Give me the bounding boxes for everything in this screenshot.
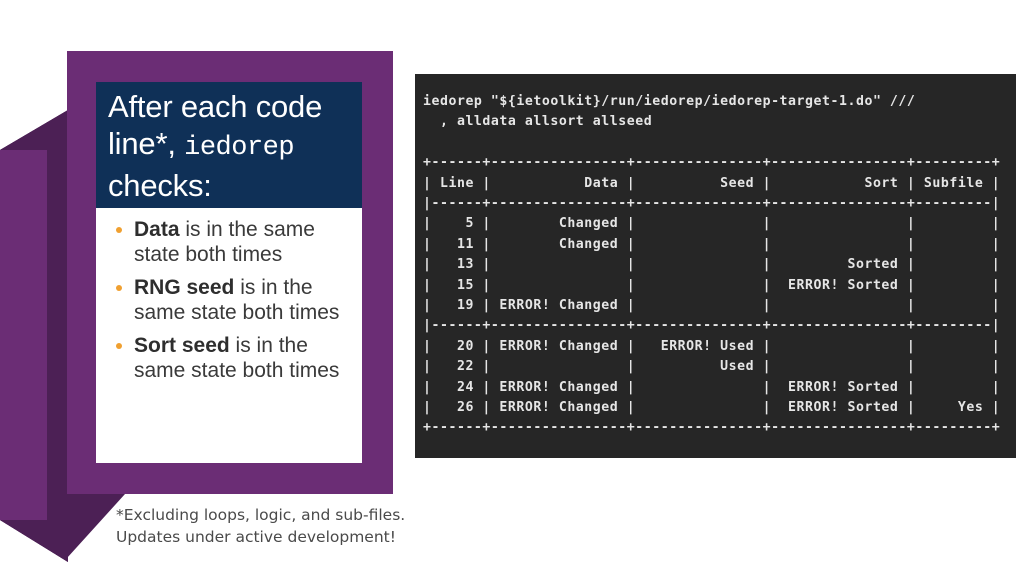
title-line-3: checks: [108, 168, 212, 203]
title-line-2: line*, [108, 126, 185, 161]
bullet-card: Data is in the same state both times RNG… [96, 208, 362, 463]
title-line-1: After each code [108, 89, 323, 124]
bullet-list: Data is in the same state both times RNG… [106, 218, 354, 383]
list-item: RNG seed is in the same state both times [106, 276, 354, 325]
bullet-dot-icon [116, 343, 122, 349]
list-item: Sort seed is in the same state both time… [106, 334, 354, 383]
terminal-window: iedorep "${ietoolkit}/run/iedorep/iedore… [415, 74, 1016, 458]
slide-canvas: After each code line*, iedorep checks: Dat… [0, 0, 1024, 576]
slide-title-box: After each code line*, iedorep checks: [96, 82, 362, 208]
footnote: *Excluding loops, logic, and sub-files. … [116, 504, 446, 548]
decor-purple-bevel-top [0, 110, 68, 150]
decor-purple-bevel-bottom [0, 520, 68, 562]
decor-purple-shadow-strip [47, 110, 68, 546]
bullet-bold-label: RNG seed [134, 276, 235, 299]
bullet-bold-label: Data [134, 218, 180, 241]
list-item: Data is in the same state both times [106, 218, 354, 267]
footnote-line-2: Updates under active development! [116, 528, 396, 546]
title-mono-keyword: iedorep [184, 133, 295, 163]
bullet-bold-label: Sort seed [134, 334, 230, 357]
footnote-line-1: *Excluding loops, logic, and sub-files. [116, 506, 406, 524]
terminal-result-table: +------+----------------+---------------… [423, 155, 1001, 436]
decor-purple-left-face [0, 148, 47, 560]
terminal-output: iedorep "${ietoolkit}/run/iedorep/iedore… [423, 92, 1016, 439]
bullet-dot-icon [116, 285, 122, 291]
page-title: After each code line*, iedorep checks: [108, 88, 352, 204]
terminal-command: iedorep "${ietoolkit}/run/iedorep/iedore… [423, 94, 916, 130]
bullet-dot-icon [116, 227, 122, 233]
